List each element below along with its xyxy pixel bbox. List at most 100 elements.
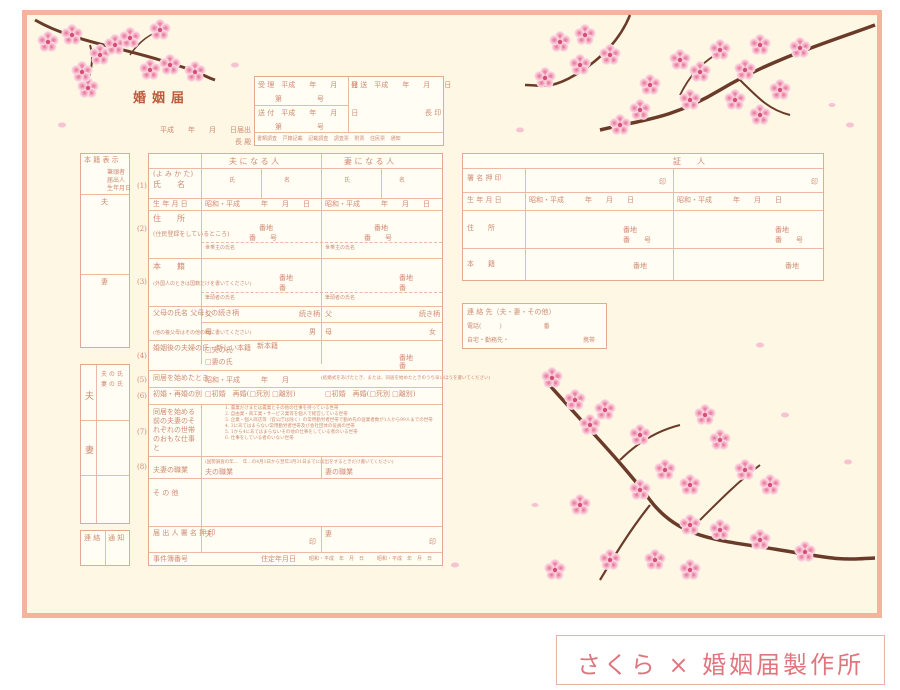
column-husband: 夫 に な る 人 xyxy=(229,157,280,166)
occupation-wife[interactable]: 妻の職業 xyxy=(325,468,353,477)
householder-h: 世帯主の氏名 xyxy=(205,245,236,251)
contact-mobile: 携帯 xyxy=(583,337,596,344)
contact-label: 連 絡 xyxy=(84,534,101,542)
row-number: (5) xyxy=(137,376,147,384)
father-w: 父 xyxy=(325,310,332,318)
main-table: 夫 に な る 人 妻 に な る 人 (よ み か た) 氏 名 氏 名 氏 … xyxy=(148,153,490,566)
sent-date: 発 送 平成 年 月 日 xyxy=(351,81,452,89)
witness-header: 証 人 xyxy=(673,157,705,166)
signer-wife[interactable]: 妻 xyxy=(325,530,332,539)
family-name-h: 氏 xyxy=(229,177,236,184)
contact-box: 連 絡 先（夫・妻・その他） 電話( ) 番 自宅・勤務先・ 携帯 xyxy=(462,303,607,349)
check-boxes: 書類調査 戸籍記載 記載調査 調査票 附票 住民票 通知 xyxy=(257,136,401,142)
address-banchi-w: 番地 xyxy=(374,224,388,232)
witness-birth-label: 生 年 月 日 xyxy=(467,196,502,204)
witness-address-go-2: 番 号 xyxy=(775,236,803,244)
sidebar-wife: 妻 xyxy=(101,278,108,286)
head-h: 筆頭者の氏名 xyxy=(205,295,236,301)
contact-phone[interactable]: 電話( ) 番 xyxy=(467,322,550,331)
sidebar-husband-2: 夫 xyxy=(85,392,95,402)
head-w: 筆頭者の氏名 xyxy=(325,295,356,301)
first-marriage-husband[interactable]: □初婚 再婚(□死別 □離別) xyxy=(205,390,296,399)
row-number: (1) xyxy=(137,182,147,190)
brand-box: さくら × 婚姻届製作所 xyxy=(556,635,885,685)
row-number: (2) xyxy=(137,225,147,233)
row-number: (7) xyxy=(137,428,147,436)
new-honseki-label: 新本籍 xyxy=(257,342,278,350)
first-marriage-wife[interactable]: □初婚 再婚(□死別 □離別) xyxy=(325,390,416,399)
new-name-label: 婚姻後の夫婦の氏・新しい本籍 xyxy=(153,344,251,352)
cohabitation-label: 同居を始めたとき xyxy=(153,374,209,382)
birth-label: 生 年 月 日 xyxy=(153,200,188,208)
sidebar-item: 夫 の 氏 xyxy=(101,371,123,378)
address-note: (住民登録をしているところ) xyxy=(153,231,230,238)
son-h: 男 xyxy=(309,328,316,336)
signer-husband[interactable]: 夫 xyxy=(205,530,212,539)
witness-birth-2[interactable]: 昭和・平成 年 月 日 xyxy=(677,196,782,205)
row-number: (8) xyxy=(137,463,147,471)
witness-seal-1: 印 xyxy=(659,178,666,186)
witness-address-banchi-2: 番地 xyxy=(775,226,789,234)
address-banchi-h: 番地 xyxy=(259,224,273,232)
seal-husband: 印 xyxy=(309,538,316,546)
relation-w: 続き柄 xyxy=(419,310,440,318)
occupation-note: (国勢調査の年… 年…の4月1日から翌年3月31日までに届出をするときだけ書いて… xyxy=(205,460,394,465)
honseki-banchi-h: 番地 xyxy=(279,274,293,282)
relation-h: 続き柄 xyxy=(299,310,320,318)
honseki-note: (外国人のときは国籍だけを書いてください) xyxy=(153,281,252,287)
marriage-registration-form: 婚姻届 平成 年 月 日届出 長 殿 受 理 平成 年 月 日 第 号 発 送 … xyxy=(0,0,900,690)
birth-husband[interactable]: 昭和・平成 年 月 日 xyxy=(205,200,310,209)
witness-honseki-banchi-1: 番地 xyxy=(633,262,647,270)
sidebar-husband: 夫 xyxy=(101,198,108,206)
given-name-w: 名 xyxy=(399,177,406,184)
registered-date: 送 付 平成 年 月 日 xyxy=(258,109,359,117)
daughter-w: 女 xyxy=(429,328,436,336)
work-items: 1. 農業だけまたは農業とその他の仕事を持っている世帯 2. 自由業・商工業・サ… xyxy=(225,406,433,441)
witness-address-banchi-1: 番地 xyxy=(623,226,637,234)
occupation-husband[interactable]: 夫の職業 xyxy=(205,468,233,477)
form-title: 婚姻届 xyxy=(133,91,191,106)
mother-w: 母 xyxy=(325,328,332,336)
father-h: 父 xyxy=(205,310,212,318)
mother-h: 母 xyxy=(205,328,212,336)
honseki-banchi-w: 番地 xyxy=(399,274,413,282)
column-wife: 妻 に な る 人 xyxy=(344,157,395,166)
chief-seal: 長 印 xyxy=(425,109,442,117)
sidebar-item: 妻 の 氏 xyxy=(101,381,123,388)
received-date: 受 理 平成 年 月 日 xyxy=(258,81,359,89)
row-number: (4) xyxy=(137,352,147,360)
address-label: 住 所 xyxy=(153,214,185,223)
residence-date-label: 住定年月日 xyxy=(261,555,296,563)
sidebar-item: 生年月日 xyxy=(107,185,132,192)
seal-wife: 印 xyxy=(429,538,436,546)
cohabitation-note: (結婚式をあげたとき、または、同居を始めたときのうち早いほうを書いてください) xyxy=(321,376,491,381)
parents-label: 父母の氏名 父母との続き柄 xyxy=(153,309,240,317)
parents-note: (他の養父母はその他の欄に書いてください) xyxy=(153,330,252,336)
contact-home: 自宅・勤務先・ xyxy=(467,337,510,344)
witness-seal-2: 印 xyxy=(811,178,818,186)
householder-w: 世帯主の氏名 xyxy=(325,245,356,251)
work-label: 同居を始める前の夫妻のそれぞれの世帯のおもな仕事と xyxy=(153,408,195,452)
registered-number: 第 号 xyxy=(275,123,324,131)
witness-address-go-1: 番 号 xyxy=(623,236,651,244)
cohabitation-date[interactable]: 昭和・平成 年 月 xyxy=(205,376,289,385)
option-husband-surname[interactable]: □夫の氏 xyxy=(205,346,233,355)
birth-wife[interactable]: 昭和・平成 年 月 日 xyxy=(325,200,430,209)
witness-honseki-label: 本 籍 xyxy=(467,260,495,268)
other-label: そ の 他 xyxy=(153,489,179,497)
residence-husband: 昭和・平成 年 月 日 xyxy=(309,556,365,562)
name-label: 氏 名 xyxy=(153,180,185,189)
row-number: (3) xyxy=(137,278,147,286)
row-number: (6) xyxy=(137,392,147,400)
witness-birth-1[interactable]: 昭和・平成 年 月 日 xyxy=(529,196,634,205)
left-sidebar-middle: 夫 妻 夫 の 氏 妻 の 氏 xyxy=(80,364,130,524)
brand-text: さくら × 婚姻届製作所 xyxy=(576,651,865,679)
honseki-label: 本 籍 xyxy=(153,262,185,271)
filing-date[interactable]: 平成 年 月 日届出 xyxy=(160,126,251,135)
option-wife-surname[interactable]: □妻の氏 xyxy=(205,358,233,367)
received-number: 第 号 xyxy=(275,95,324,103)
family-name-w: 氏 xyxy=(344,177,351,184)
occupation-label: 夫妻の職業 xyxy=(153,466,188,474)
case-number-label: 事件簿番号 xyxy=(153,555,188,563)
contact-title: 連 絡 先（夫・妻・その他） xyxy=(467,308,556,316)
